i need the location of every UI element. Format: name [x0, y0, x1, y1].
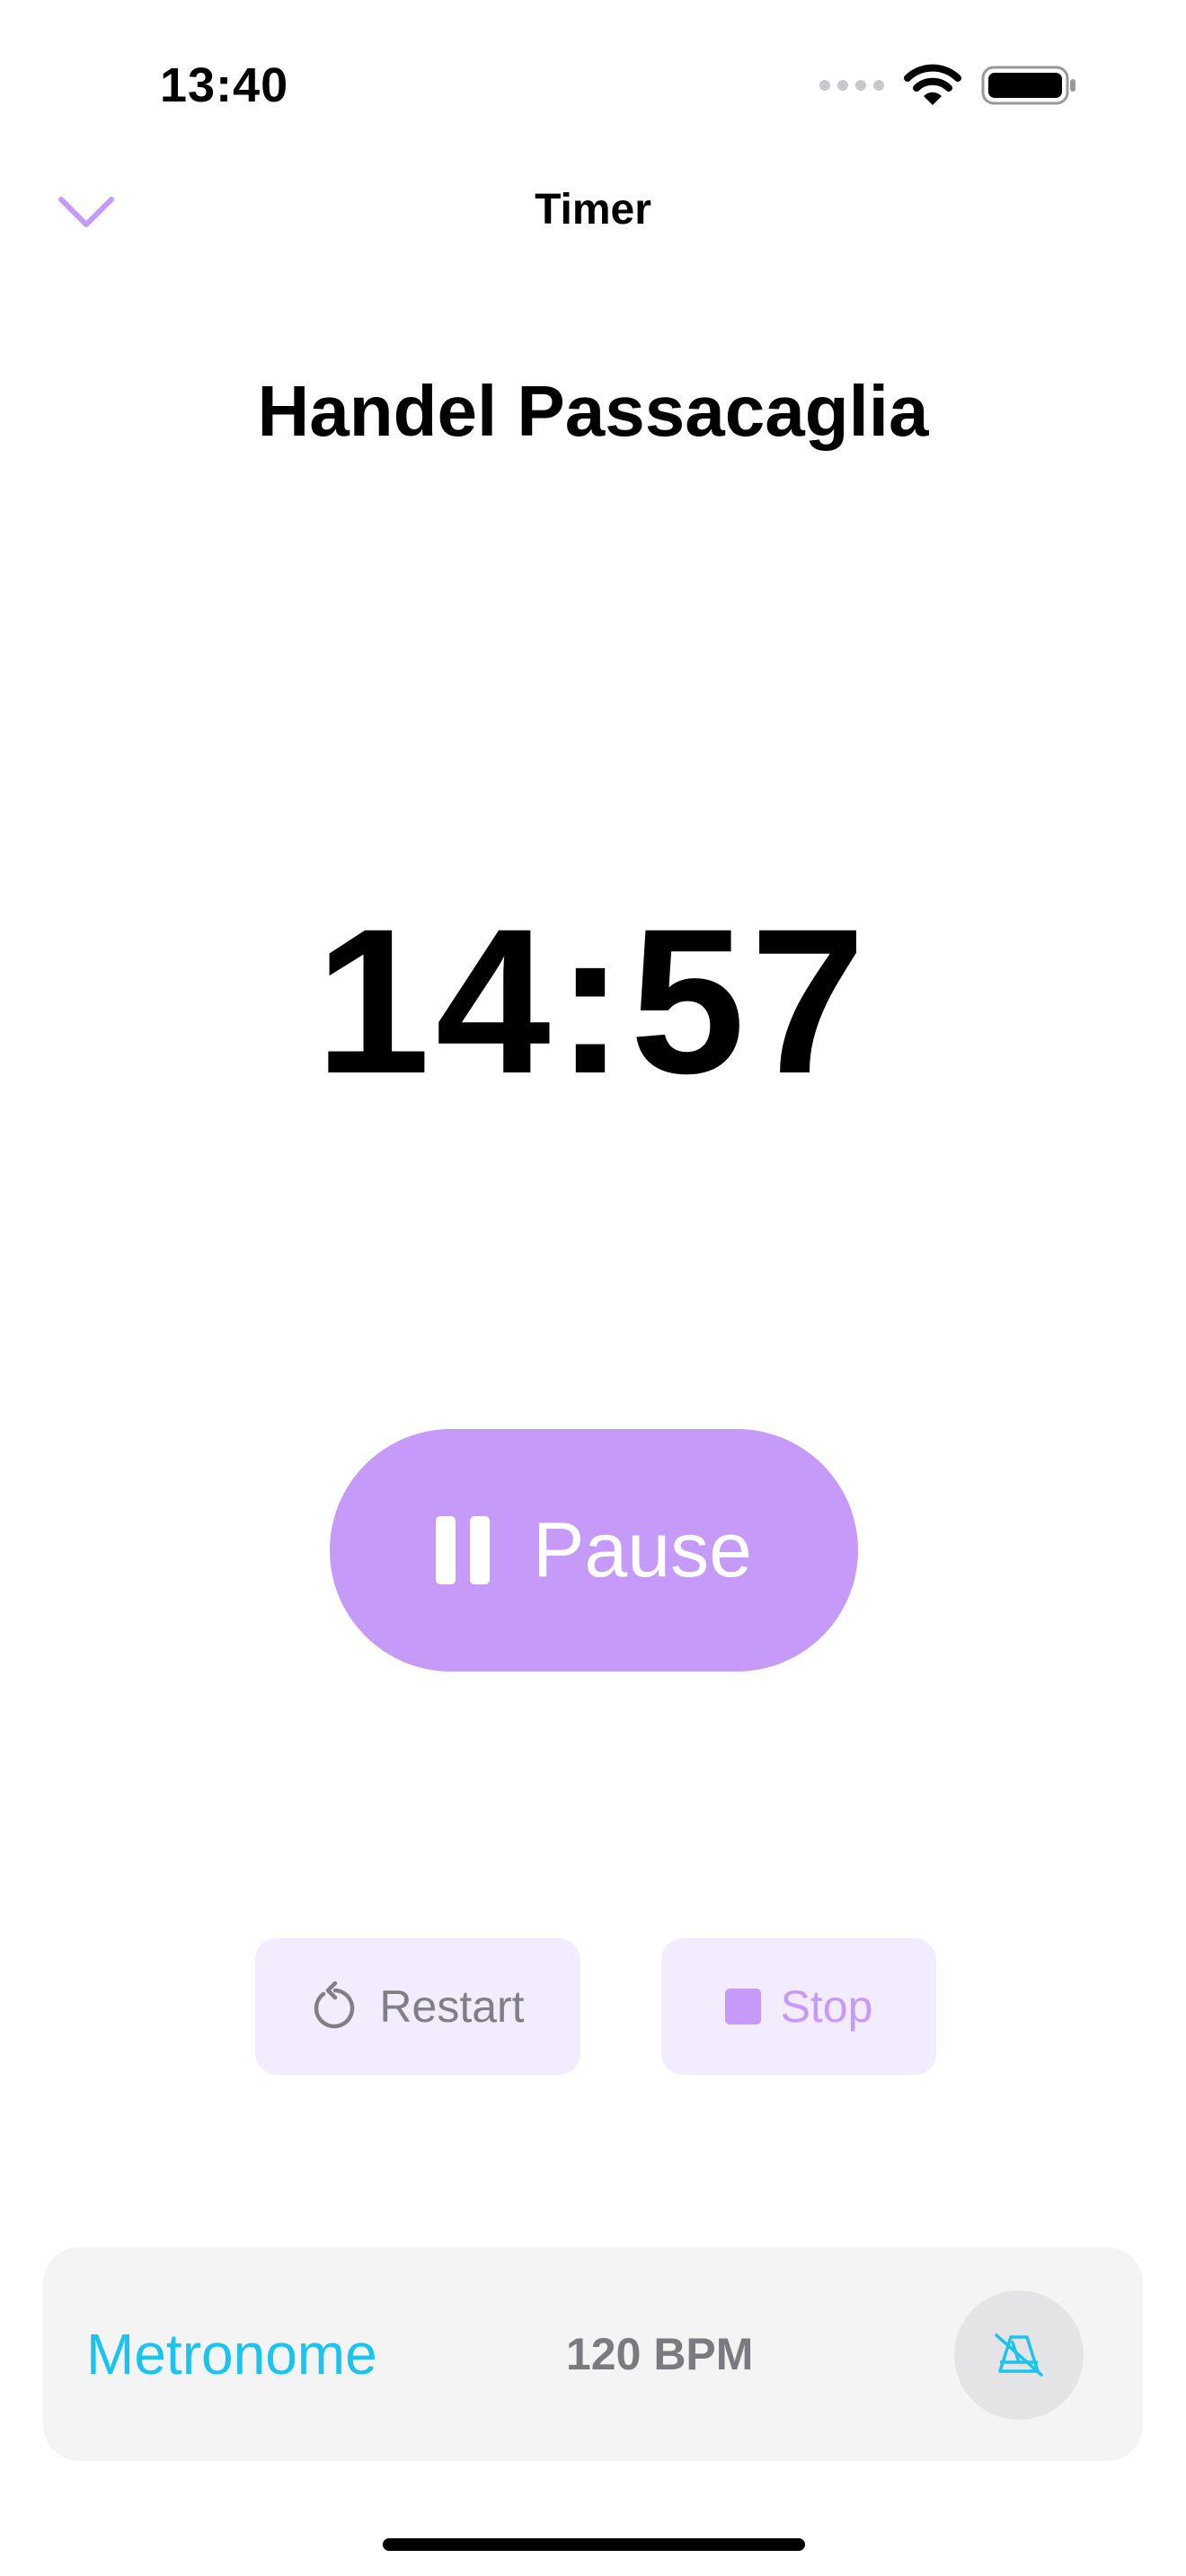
wifi-icon	[904, 64, 961, 105]
status-icons	[819, 63, 1078, 108]
metronome-label[interactable]: Metronome	[86, 2247, 377, 2461]
home-indicator	[383, 2538, 805, 2551]
stop-button[interactable]: Stop	[661, 1938, 936, 2075]
pause-label: Pause	[533, 1506, 752, 1593]
restart-button[interactable]: Restart	[255, 1938, 580, 2075]
stop-label: Stop	[780, 1981, 873, 2032]
nav-title: Timer	[535, 186, 651, 234]
pause-button[interactable]: Pause	[330, 1429, 858, 1672]
timer-display: 14:57	[314, 886, 872, 1116]
restart-icon	[314, 1981, 355, 2029]
metronome-bpm: 120 BPM	[566, 2329, 754, 2379]
pause-icon	[436, 1516, 491, 1584]
stop-icon	[724, 1989, 761, 2025]
metronome-toggle-button[interactable]	[954, 2290, 1084, 2420]
cellular-signal-icon	[819, 80, 884, 91]
status-time: 13:40	[160, 58, 289, 112]
piece-title: Handel Passacaglia	[257, 371, 929, 451]
metronome-off-icon	[995, 2333, 1043, 2377]
restart-label: Restart	[379, 1981, 525, 2032]
battery-icon	[981, 66, 1075, 105]
metronome-card: Metronome 120 BPM	[43, 2247, 1143, 2461]
